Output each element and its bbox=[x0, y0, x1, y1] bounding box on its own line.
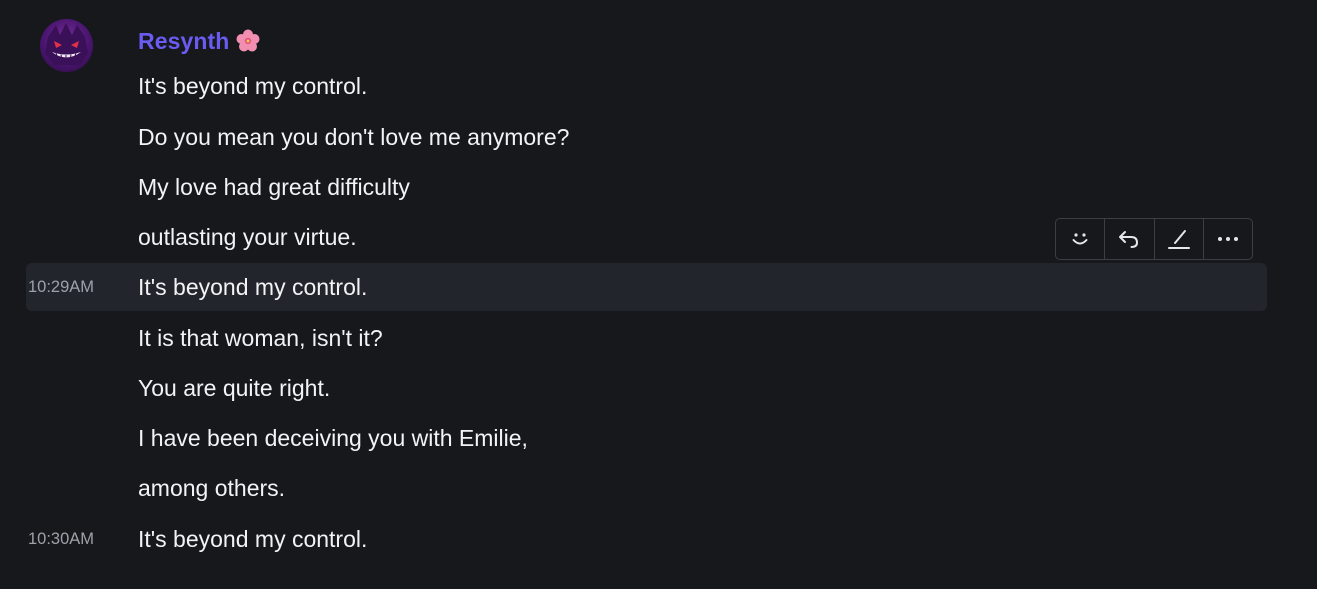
message-timestamp: 10:29AM bbox=[28, 278, 95, 296]
more-icon bbox=[1217, 237, 1238, 241]
message-row[interactable]: 10:30AM It's beyond my control. bbox=[26, 515, 1267, 563]
message-row[interactable]: My love had great difficulty bbox=[26, 163, 1267, 211]
smile-icon bbox=[1072, 233, 1088, 245]
author-name[interactable]: Resynth bbox=[138, 28, 229, 55]
message-text: Do you mean you don't love me anymore? bbox=[138, 124, 570, 150]
message-text: You are quite right. bbox=[138, 375, 331, 401]
edit-icon bbox=[1167, 230, 1190, 249]
message-row[interactable]: Do you mean you don't love me anymore? bbox=[26, 113, 1267, 161]
message-row[interactable]: It's beyond my control. bbox=[26, 62, 1267, 110]
message-text: My love had great difficulty bbox=[138, 174, 410, 200]
message-row[interactable]: You are quite right. bbox=[26, 364, 1267, 412]
message-text: It is that woman, isn't it? bbox=[138, 325, 383, 351]
message-text: I have been deceiving you with Emilie, bbox=[138, 425, 528, 451]
more-options-button[interactable] bbox=[1204, 219, 1252, 259]
message-row[interactable]: I have been deceiving you with Emilie, bbox=[26, 414, 1267, 462]
message-row-hovered[interactable]: 10:29AM It's beyond my control. bbox=[26, 263, 1267, 311]
message-row[interactable]: It is that woman, isn't it? bbox=[26, 314, 1267, 362]
reply-button[interactable] bbox=[1105, 219, 1155, 259]
chat-message-group: Resynth It's beyond my control. Do you m… bbox=[0, 0, 1317, 589]
message-text: It's beyond my control. bbox=[138, 73, 368, 99]
reply-icon bbox=[1119, 231, 1139, 248]
message-text: outlasting your virtue. bbox=[138, 224, 357, 250]
message-text: It's beyond my control. bbox=[138, 526, 368, 552]
message-text: among others. bbox=[138, 475, 286, 501]
edit-button[interactable] bbox=[1155, 219, 1204, 259]
author-header: Resynth bbox=[138, 25, 261, 57]
message-timestamp: 10:30AM bbox=[28, 530, 95, 548]
add-reaction-button[interactable] bbox=[1056, 219, 1106, 259]
hibiscus-flower-icon bbox=[235, 28, 261, 54]
message-text: It's beyond my control. bbox=[138, 274, 368, 300]
message-row[interactable]: among others. bbox=[26, 464, 1267, 512]
message-actions-toolbar bbox=[1055, 218, 1253, 260]
